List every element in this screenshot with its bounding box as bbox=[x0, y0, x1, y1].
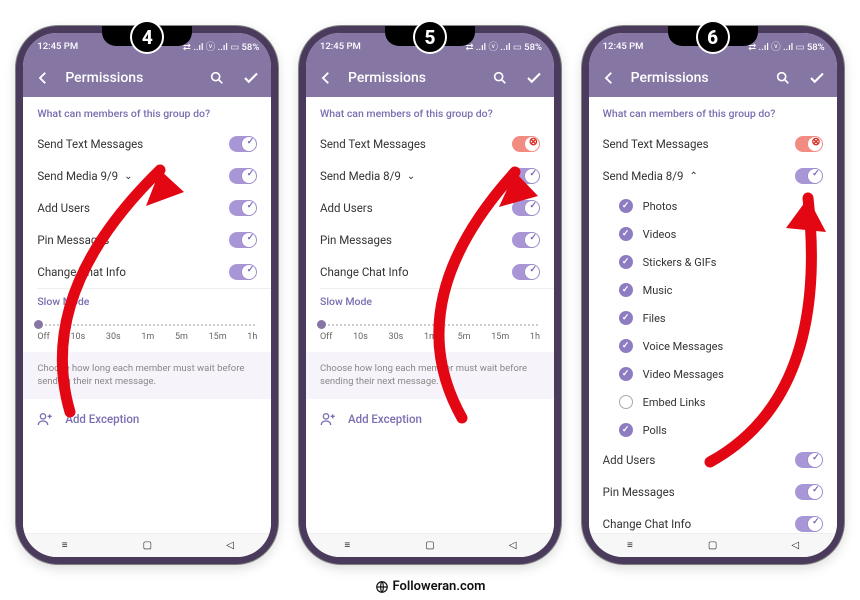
row-pin[interactable]: Pin Messages bbox=[589, 476, 837, 508]
back-icon[interactable] bbox=[597, 66, 621, 90]
row-pin[interactable]: Pin Messages bbox=[306, 224, 554, 256]
confirm-icon[interactable] bbox=[239, 66, 263, 90]
media-embed[interactable]: Embed Links bbox=[589, 388, 837, 416]
media-music[interactable]: ✓Music bbox=[589, 276, 837, 304]
step-badge-5: 5 bbox=[413, 20, 447, 54]
row-send-media[interactable]: Send Media 8/9⌄ bbox=[306, 160, 554, 192]
toggle-icon[interactable] bbox=[795, 168, 823, 184]
search-icon[interactable] bbox=[488, 66, 512, 90]
row-send-text[interactable]: Send Text Messages bbox=[589, 128, 837, 160]
toggle-icon[interactable] bbox=[512, 232, 540, 248]
toggle-icon[interactable] bbox=[512, 264, 540, 280]
toggle-icon[interactable] bbox=[795, 136, 823, 152]
row-change-info[interactable]: Change Chat Info bbox=[23, 256, 271, 288]
toggle-icon[interactable] bbox=[795, 452, 823, 468]
media-stickers[interactable]: ✓Stickers & GIFs bbox=[589, 248, 837, 276]
toggle-icon[interactable] bbox=[229, 136, 257, 152]
toggle-icon[interactable] bbox=[795, 516, 823, 532]
section-label: What can members of this group do? bbox=[23, 97, 271, 128]
toggle-icon[interactable] bbox=[512, 136, 540, 152]
media-voice[interactable]: ✓Voice Messages bbox=[589, 332, 837, 360]
row-send-text[interactable]: Send Text Messages bbox=[23, 128, 271, 160]
step-badge-4: 4 bbox=[130, 20, 164, 54]
back-icon[interactable] bbox=[314, 66, 338, 90]
toggle-icon[interactable] bbox=[229, 168, 257, 184]
media-polls[interactable]: ✓Polls bbox=[589, 416, 837, 444]
media-photos[interactable]: ✓Photos bbox=[589, 192, 837, 220]
slow-mode: Slow Mode Off10s30s1m5m15m1h bbox=[23, 289, 271, 352]
row-add-users[interactable]: Add Users bbox=[23, 192, 271, 224]
toggle-icon[interactable] bbox=[229, 232, 257, 248]
row-send-media[interactable]: Send Media 9/9⌄ bbox=[23, 160, 271, 192]
toggle-icon[interactable] bbox=[512, 200, 540, 216]
media-videomsg[interactable]: ✓Video Messages bbox=[589, 360, 837, 388]
back-icon[interactable] bbox=[31, 66, 55, 90]
watermark: Followeran.com bbox=[0, 579, 860, 594]
toggle-icon[interactable] bbox=[512, 168, 540, 184]
media-videos[interactable]: ✓Videos bbox=[589, 220, 837, 248]
step-badge-6: 6 bbox=[696, 20, 730, 54]
slow-mode-slider[interactable] bbox=[320, 324, 540, 326]
status-time: 12:45 PM bbox=[37, 41, 78, 52]
add-exception-button[interactable]: Add Exception bbox=[306, 399, 554, 439]
media-files[interactable]: ✓Files bbox=[589, 304, 837, 332]
confirm-icon[interactable] bbox=[522, 66, 546, 90]
row-change-info[interactable]: Change Chat Info bbox=[306, 256, 554, 288]
row-send-text[interactable]: Send Text Messages bbox=[306, 128, 554, 160]
search-icon[interactable] bbox=[771, 66, 795, 90]
app-header: Permissions bbox=[589, 59, 837, 97]
slow-mode-slider[interactable] bbox=[37, 324, 257, 326]
row-send-media[interactable]: Send Media 8/9⌃ bbox=[589, 160, 837, 192]
status-right: ⇄ ..ıl ⓥ ..ıl ▭ 58% bbox=[183, 39, 259, 53]
android-nav: ≡▢◁ bbox=[23, 533, 271, 557]
row-pin[interactable]: Pin Messages bbox=[23, 224, 271, 256]
confirm-icon[interactable] bbox=[805, 66, 829, 90]
add-exception-button[interactable]: Add Exception bbox=[23, 399, 271, 439]
toggle-icon[interactable] bbox=[229, 200, 257, 216]
page-title: Permissions bbox=[65, 70, 195, 86]
search-icon[interactable] bbox=[205, 66, 229, 90]
row-add-users[interactable]: Add Users bbox=[306, 192, 554, 224]
toggle-icon[interactable] bbox=[229, 264, 257, 280]
app-header: Permissions bbox=[306, 59, 554, 97]
row-add-users[interactable]: Add Users bbox=[589, 444, 837, 476]
app-header: Permissions bbox=[23, 59, 271, 97]
row-change-info[interactable]: Change Chat Info bbox=[589, 508, 837, 533]
toggle-icon[interactable] bbox=[795, 484, 823, 500]
slow-mode-note: Choose how long each member must wait be… bbox=[23, 352, 271, 399]
